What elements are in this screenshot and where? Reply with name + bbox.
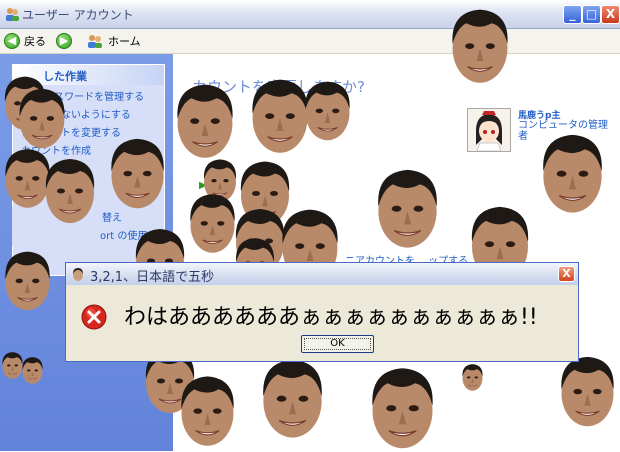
face-sticker: [365, 362, 440, 452]
minimize-button[interactable]: _: [563, 5, 582, 24]
face-sticker: [255, 355, 330, 440]
back-arrow-icon: ◀: [4, 33, 20, 49]
face-sticker: [300, 75, 355, 145]
window-titlebar[interactable]: ユーザー アカウント _ □ X: [0, 0, 620, 29]
face-sticker: [535, 130, 610, 215]
dialog-title: 3,2,1、日本語で五秒: [90, 270, 215, 285]
home-label: ホーム: [108, 35, 141, 48]
face-sticker: [175, 370, 240, 450]
dialog-close-button[interactable]: X: [558, 266, 575, 282]
face-sticker: [460, 362, 485, 392]
error-icon: [81, 304, 107, 330]
user-accounts-window: ユーザー アカウント _ □ X ◀ 戻る ▶ ホーム した作業 ーク パスワー…: [0, 0, 620, 451]
face-sticker: [445, 5, 515, 85]
face-sticker: [0, 235, 55, 325]
user-accounts-icon: [6, 8, 19, 21]
anime-avatar-icon: [467, 108, 511, 152]
home-button[interactable]: ホーム: [86, 32, 141, 50]
home-users-icon: [88, 35, 102, 48]
back-label: 戻る: [24, 35, 46, 48]
dialog-titlebar[interactable]: 3,2,1、日本語で五秒 X: [66, 263, 578, 285]
face-sticker: [20, 350, 45, 390]
forward-arrow-icon: ▶: [56, 33, 72, 49]
ok-button[interactable]: OK: [301, 335, 374, 353]
back-button[interactable]: ◀ 戻る: [4, 32, 46, 50]
face-sticker: [170, 80, 240, 160]
face-sticker: [370, 165, 445, 250]
window-title: ユーザー アカウント: [22, 8, 134, 22]
close-button[interactable]: X: [601, 5, 620, 24]
face-sticker: [105, 130, 170, 215]
face-app-icon: [73, 268, 83, 281]
toolbar: ◀ 戻る ▶ ホーム: [0, 29, 620, 54]
forward-button[interactable]: ▶: [56, 32, 72, 50]
maximize-button[interactable]: □: [582, 5, 601, 24]
face-sticker: [40, 145, 100, 235]
dialog-message: わはああああああぁぁぁぁぁぁぁぁぁぁ!!: [124, 305, 538, 330]
error-dialog: 3,2,1、日本語で五秒 X わはああああああぁぁぁぁぁぁぁぁぁぁ!! OK: [65, 262, 579, 362]
